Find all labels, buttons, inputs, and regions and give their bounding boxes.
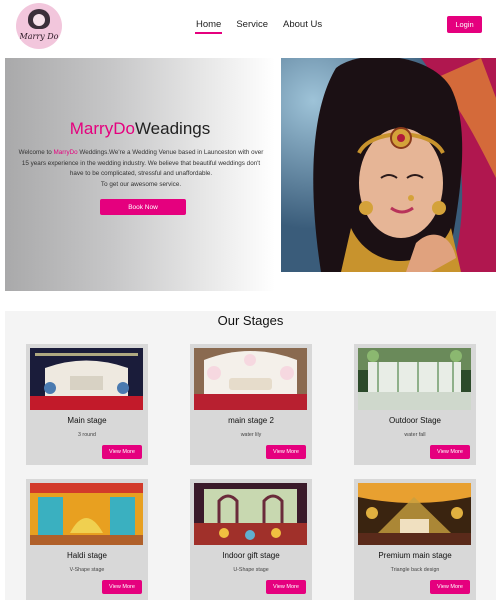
stages-title: Our Stages <box>217 313 284 328</box>
stage-card-premium-main-stage: Premium main stage Triangle back design … <box>354 479 476 600</box>
view-more-button[interactable]: View More <box>430 445 470 459</box>
stage-title: main stage 2 <box>228 416 274 425</box>
stage-subtitle: water fall <box>404 432 426 438</box>
stage-image <box>194 348 307 410</box>
nav-links: Home Service About Us <box>194 19 322 34</box>
stage-title: Outdoor Stage <box>388 416 442 425</box>
login-button[interactable]: Login <box>447 16 482 33</box>
hero-title-rest: Weadings <box>134 119 211 138</box>
view-more-button[interactable]: View More <box>266 580 306 594</box>
hero-text-prefix: Welcome to <box>18 149 54 156</box>
stage-image <box>30 483 143 545</box>
view-more-button[interactable]: View More <box>102 445 142 459</box>
hero-description: Welcome to MarryDo Weddings.We're a Wedd… <box>15 148 267 190</box>
stage-image <box>358 483 471 545</box>
hero-text-last: To get our awesome service. <box>100 180 182 188</box>
hero-title-brand: MarryDo <box>69 119 135 138</box>
stage-subtitle: water lily <box>240 432 262 438</box>
stage-card-main-stage-2: main stage 2 water lily View More <box>190 344 312 465</box>
book-now-button[interactable]: Book Now <box>100 199 186 215</box>
logo-text: Marry Do <box>19 32 59 41</box>
stage-title: Main stage <box>67 416 107 425</box>
view-more-button[interactable]: View More <box>266 445 306 459</box>
stage-card-haldi-stage: Haldi stage V-Shape stage View More <box>26 479 148 600</box>
stage-title: Indoor gift stage <box>222 551 280 560</box>
hero-section: MarryDoWeadings Welcome to MarryDo Weddi… <box>5 58 275 291</box>
stage-subtitle: V-Shape stage <box>69 567 105 573</box>
hero-title: MarryDoWeadings <box>5 119 275 139</box>
stage-image <box>358 348 471 410</box>
brand-logo[interactable]: Marry Do <box>16 3 62 49</box>
stage-title: Premium main stage <box>378 551 452 560</box>
logo-face <box>33 14 45 26</box>
stage-image <box>194 483 307 545</box>
stage-subtitle: 3 round <box>78 432 96 438</box>
stage-title: Haldi stage <box>66 551 108 560</box>
hero-bride-image <box>281 58 496 272</box>
stage-card-outdoor-stage: Outdoor Stage water fall View More <box>354 344 476 465</box>
nav-link-home[interactable]: Home <box>194 19 223 34</box>
stage-image <box>30 348 143 410</box>
nav-link-service[interactable]: Service <box>236 19 268 30</box>
stages-section: Our Stages Main stage 3 round View More <box>5 311 496 600</box>
nav-link-about-us[interactable]: About Us <box>283 19 322 30</box>
stage-card-indoor-gift-stage: Indoor gift stage U-Shape stage View Mor… <box>190 479 312 600</box>
navbar: Marry Do Home Service About Us Login <box>0 0 500 50</box>
stage-subtitle: U-Shape stage <box>233 567 269 573</box>
stage-card-main-stage: Main stage 3 round View More <box>26 344 148 465</box>
view-more-button[interactable]: View More <box>430 580 470 594</box>
hero-text-brand: MarryDo <box>53 149 78 156</box>
stage-subtitle: Triangle back design <box>390 567 440 573</box>
view-more-button[interactable]: View More <box>102 580 142 594</box>
